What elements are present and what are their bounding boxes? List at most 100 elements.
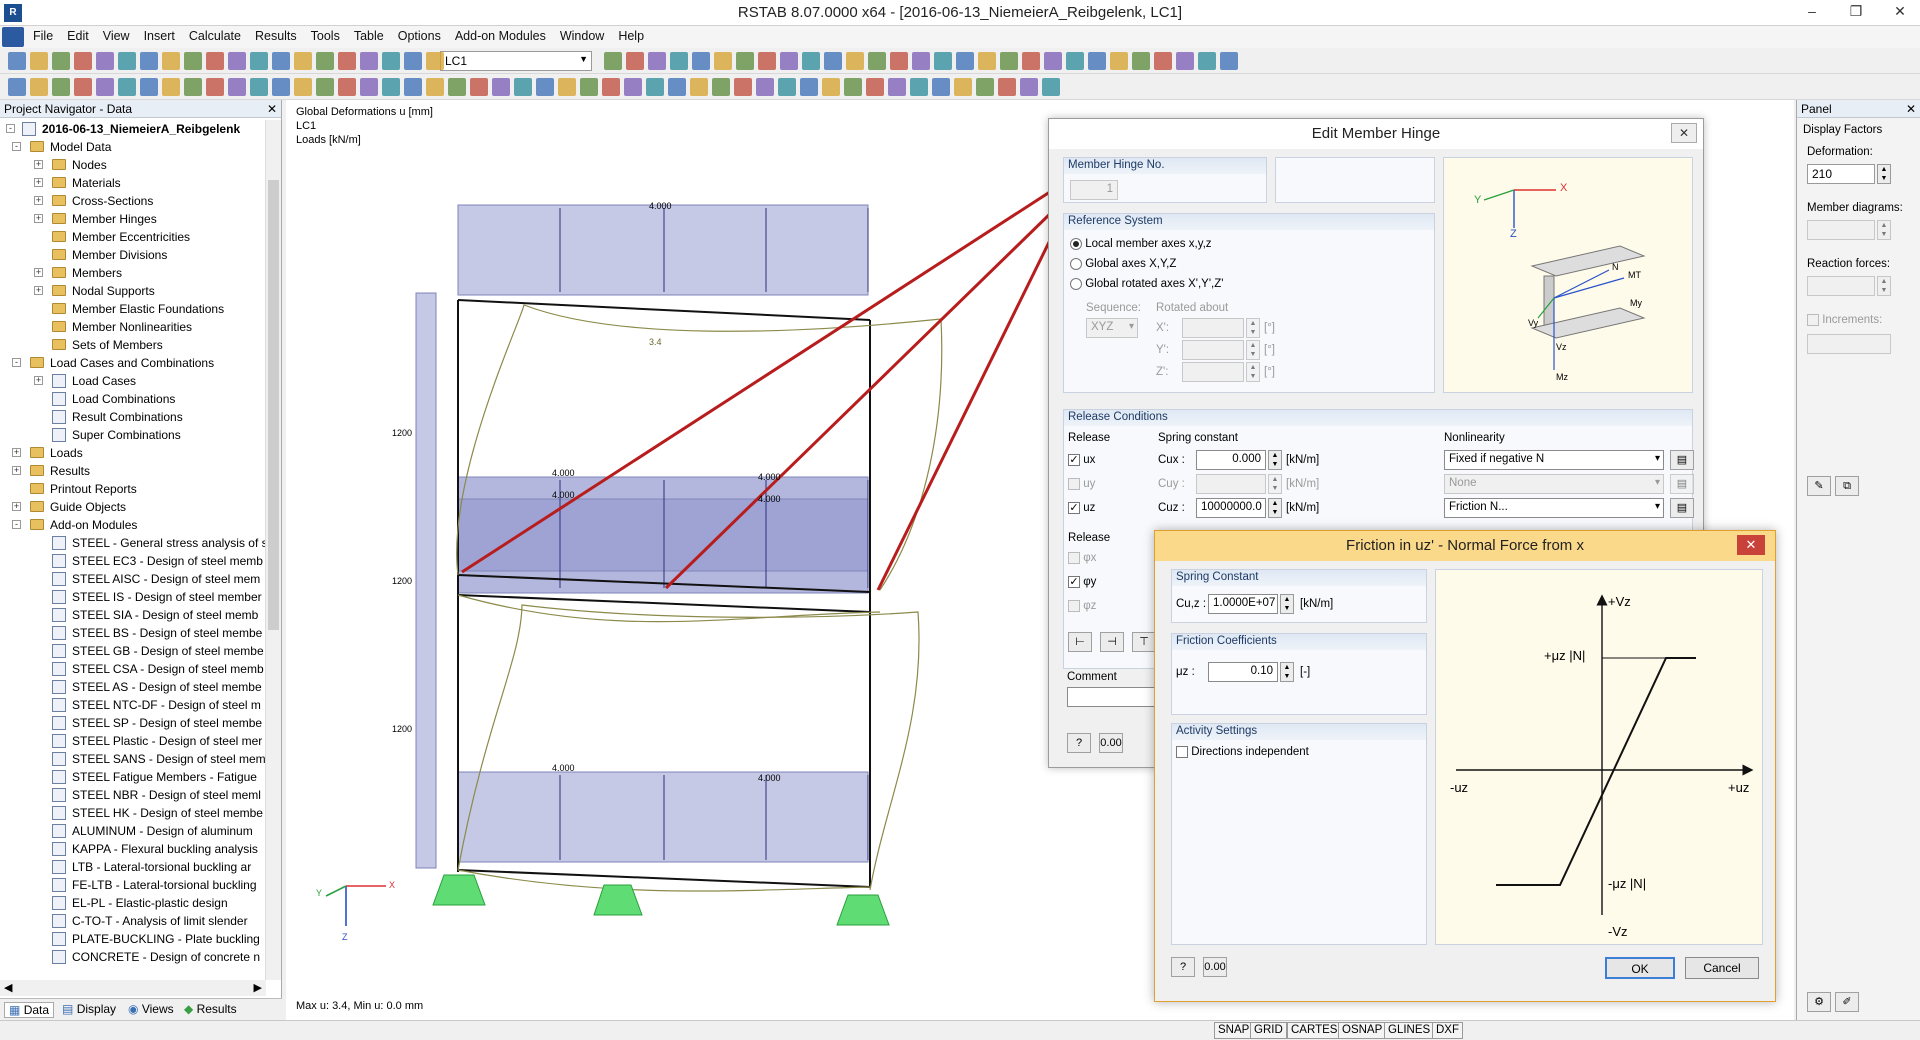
tree-item[interactable]: ALUMINUM - Design of aluminum	[0, 822, 266, 840]
toolbar-button[interactable]	[140, 78, 158, 96]
menu-table[interactable]: Table	[347, 26, 391, 43]
toolbar-button[interactable]	[1198, 52, 1216, 70]
expand-icon[interactable]: +	[12, 502, 21, 511]
toolbar-button[interactable]	[846, 52, 864, 70]
toolbar-button[interactable]	[1022, 52, 1040, 70]
navigator-scrollbar[interactable]	[265, 120, 281, 980]
cux-spinner[interactable]: ▲ ▼	[1268, 450, 1282, 470]
help-icon[interactable]: ?	[1067, 733, 1091, 753]
toolbar-button[interactable]	[30, 52, 48, 70]
expand-icon[interactable]: +	[34, 376, 43, 385]
toolbar-button[interactable]	[206, 78, 224, 96]
cancel-button[interactable]: Cancel	[1685, 957, 1759, 979]
toolbar-button[interactable]	[8, 78, 26, 96]
directions-independent-checkbox[interactable]	[1176, 746, 1188, 758]
toolbar-button[interactable]	[426, 78, 444, 96]
tree-item[interactable]: Member Nonlinearities	[0, 318, 266, 336]
model-panel-icon[interactable]: ⚙	[1807, 992, 1831, 1012]
toolbar-button[interactable]	[360, 78, 378, 96]
toolbar-button[interactable]	[648, 52, 666, 70]
tree-item[interactable]: - Add-on Modules	[0, 516, 266, 534]
tree-item[interactable]: STEEL SP - Design of steel membe	[0, 714, 266, 732]
tree-item[interactable]: Sets of Members	[0, 336, 266, 354]
tree-item[interactable]: STEEL SIA - Design of steel memb	[0, 606, 266, 624]
toolbar-button[interactable]	[536, 78, 554, 96]
tree-item[interactable]: STEEL IS - Design of steel member	[0, 588, 266, 606]
toolbar-button[interactable]	[8, 52, 26, 70]
toolbar-button[interactable]	[514, 78, 532, 96]
nonlinearity-z-edit-button[interactable]: ▤	[1670, 498, 1694, 518]
expand-icon[interactable]: +	[12, 466, 21, 475]
close-button[interactable]: ✕	[1880, 0, 1920, 24]
toolbar-button[interactable]	[756, 78, 774, 96]
draw-panel-icon[interactable]: ✐	[1835, 992, 1859, 1012]
toolbar-button[interactable]	[250, 78, 268, 96]
toolbar-button[interactable]	[824, 52, 842, 70]
expand-icon[interactable]: +	[34, 160, 43, 169]
osnap-toggle[interactable]: OSNAP	[1338, 1022, 1387, 1039]
menu-view[interactable]: View	[96, 26, 137, 43]
tree-item[interactable]: C-TO-T - Analysis of limit slender	[0, 912, 266, 930]
toolbar-button[interactable]	[580, 78, 598, 96]
expand-icon[interactable]: +	[34, 196, 43, 205]
toolbar-button[interactable]	[96, 78, 114, 96]
toolbar-button[interactable]	[932, 78, 950, 96]
tree-item[interactable]: + Loads	[0, 444, 266, 462]
toolbar-button[interactable]	[978, 52, 996, 70]
directions-independent-row[interactable]: Directions independent	[1176, 746, 1309, 758]
ok-button[interactable]: OK	[1605, 957, 1675, 979]
toolbar-button[interactable]	[52, 52, 70, 70]
grid-toggle[interactable]: GRID	[1250, 1022, 1287, 1039]
toolbar-button[interactable]	[404, 78, 422, 96]
tree-item[interactable]: STEEL AS - Design of steel membe	[0, 678, 266, 696]
phiy-checkbox[interactable]: ✓	[1068, 576, 1080, 588]
toolbar-button[interactable]	[448, 78, 466, 96]
toolbar-button[interactable]	[1088, 52, 1106, 70]
toolbar-button[interactable]	[338, 52, 356, 70]
tree-item[interactable]: Member Elastic Foundations	[0, 300, 266, 318]
tree-item[interactable]: + Nodes	[0, 156, 266, 174]
tree-item[interactable]: STEEL GB - Design of steel membe	[0, 642, 266, 660]
tree-item[interactable]: + Members	[0, 264, 266, 282]
toolbar-button[interactable]	[626, 52, 644, 70]
toolbar-button[interactable]	[822, 78, 840, 96]
toolbar-button[interactable]	[910, 78, 928, 96]
tree-item[interactable]: + Member Hinges	[0, 210, 266, 228]
toolbar-button[interactable]	[118, 52, 136, 70]
edit-panel-icon[interactable]: ✎	[1807, 476, 1831, 496]
toolbar-button[interactable]	[360, 52, 378, 70]
toolbar-button[interactable]	[778, 78, 796, 96]
toolbar-button[interactable]	[162, 52, 180, 70]
ref-option-rotated[interactable]: Global rotated axes X',Y',Z'	[1070, 278, 1223, 290]
tree-item[interactable]: PLATE-BUCKLING - Plate buckling	[0, 930, 266, 948]
navigator-hscrollbar[interactable]: ◀ ▶	[0, 980, 266, 996]
document-menu-icon[interactable]	[2, 27, 24, 47]
tree-item[interactable]: LTB - Lateral-torsional buckling ar	[0, 858, 266, 876]
toolbar-button[interactable]	[692, 52, 710, 70]
deformation-field[interactable]: 210	[1807, 164, 1875, 184]
toolbar-button[interactable]	[646, 78, 664, 96]
tree-item[interactable]: + Cross-Sections	[0, 192, 266, 210]
snap-toggle[interactable]: SNAP	[1214, 1022, 1254, 1039]
toolbar-button[interactable]	[954, 78, 972, 96]
friction-cuz-spinner[interactable]: ▲ ▼	[1280, 594, 1294, 614]
deformation-spinner[interactable]: ▲ ▼	[1877, 164, 1891, 184]
tree-item[interactable]: Result Combinations	[0, 408, 266, 426]
toolbar-button[interactable]	[1132, 52, 1150, 70]
tree-item[interactable]: Member Divisions	[0, 246, 266, 264]
tree-item[interactable]: STEEL EC3 - Design of steel memb	[0, 552, 266, 570]
menu-options[interactable]: Options	[391, 26, 448, 43]
scroll-left-icon[interactable]: ◀	[4, 981, 12, 994]
restore-button[interactable]: ❐	[1836, 0, 1876, 24]
toolbar-button[interactable]	[74, 78, 92, 96]
toolbar-button[interactable]	[272, 78, 290, 96]
tree-item[interactable]: STEEL - General stress analysis of s	[0, 534, 266, 552]
toolbar-button[interactable]	[934, 52, 952, 70]
tree-item[interactable]: STEEL BS - Design of steel membe	[0, 624, 266, 642]
toolbar-button[interactable]	[1042, 78, 1060, 96]
mu-field[interactable]: 0.10	[1208, 662, 1278, 682]
toolbar-button[interactable]	[912, 52, 930, 70]
release-preset-vz-icon[interactable]: ⊤	[1132, 632, 1156, 652]
units-icon[interactable]: 0.00	[1099, 733, 1123, 753]
toolbar-button[interactable]	[316, 78, 334, 96]
